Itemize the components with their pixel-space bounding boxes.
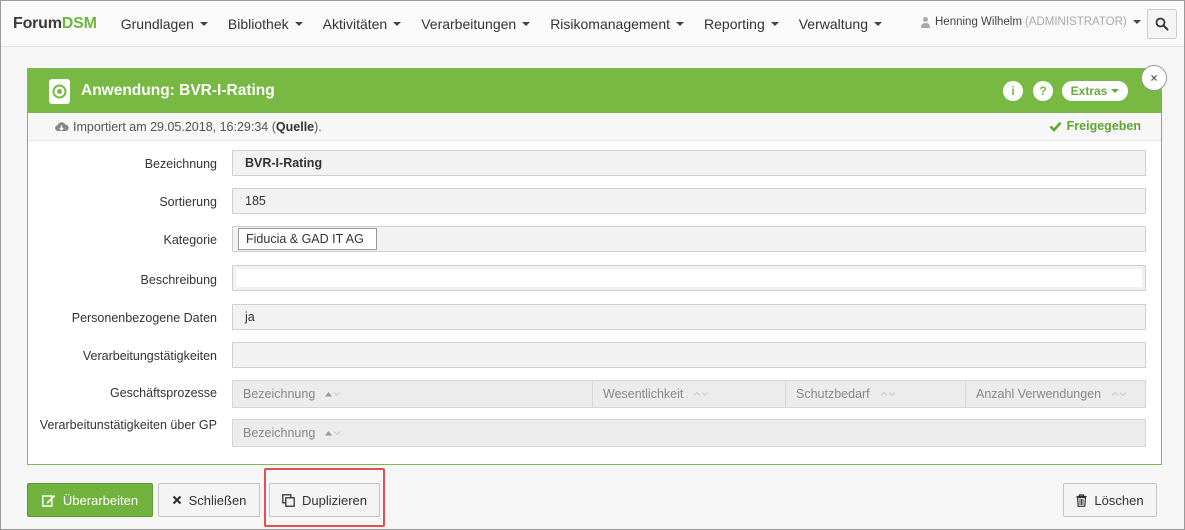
- application-icon: [49, 78, 70, 104]
- trash-icon: [1076, 493, 1087, 507]
- sortierung-field[interactable]: 185: [232, 188, 1146, 214]
- label-verarbeitungstaetigkeiten: Verarbeitungstätigkeiten: [82, 349, 217, 363]
- menu-label: Verwaltung: [798, 15, 869, 32]
- sort-icon: [693, 391, 709, 397]
- close-button-label: Schließen: [188, 492, 247, 508]
- kategorie-field[interactable]: Fiducia & GAD IT AG: [232, 226, 1146, 252]
- application-panel: Anwendung: BVR-I-Rating i ? Extras × Imp…: [27, 65, 1167, 465]
- column-bezeichnung[interactable]: Bezeichnung: [233, 420, 1145, 446]
- column-wesentlichkeit[interactable]: Wesentlichkeit: [593, 381, 786, 407]
- user-menu[interactable]: Henning Wilhelm (ADMINISTRATOR): [921, 16, 1141, 28]
- user-name: Henning Wilhelm: [935, 16, 1022, 28]
- column-label: Schutzbedarf: [796, 387, 870, 401]
- column-schutzbedarf[interactable]: Schutzbedarf: [786, 381, 966, 407]
- sort-icon: [880, 391, 896, 397]
- label-kategorie: Kategorie: [163, 233, 217, 247]
- import-info-bar: Importiert am 29.05.2018, 16:29:34 (Quel…: [28, 113, 1161, 141]
- edit-button[interactable]: Überarbeiten: [27, 483, 153, 517]
- caret-down-icon: [1111, 89, 1120, 93]
- close-icon: [172, 495, 181, 505]
- menu-verwaltung[interactable]: Verwaltung: [789, 16, 892, 32]
- label-verarbeitungen-gp: Verarbeitunstätigkeiten über GP: [39, 418, 217, 432]
- column-anzahl-verwendungen[interactable]: Anzahl Verwendungen: [966, 381, 1145, 407]
- delete-button[interactable]: Löschen: [1063, 483, 1157, 517]
- caret-down-icon: [676, 21, 685, 26]
- edit-button-label: Überarbeiten: [62, 492, 139, 508]
- info-icon[interactable]: i: [1003, 81, 1023, 101]
- check-icon: [1049, 121, 1062, 132]
- personenbezogen-value: ja: [245, 310, 255, 324]
- menu-bibliothek[interactable]: Bibliothek: [218, 16, 313, 32]
- menu-label: Risikomanagement: [550, 15, 671, 32]
- status-text: Freigegeben: [1066, 119, 1141, 133]
- close-button[interactable]: Schließen: [158, 483, 260, 517]
- label-personenbezogen: Personenbezogene Daten: [71, 311, 217, 325]
- column-label: Anzahl Verwendungen: [976, 387, 1102, 401]
- highlight-box: [264, 468, 385, 527]
- edit-icon: [41, 494, 56, 507]
- extras-dropdown-button[interactable]: Extras: [1062, 81, 1128, 101]
- help-icon[interactable]: ?: [1033, 81, 1053, 101]
- brand-accent: DSM: [61, 14, 97, 32]
- search-button[interactable]: [1147, 9, 1177, 39]
- beschreibung-field[interactable]: [232, 265, 1146, 291]
- menu-label: Reporting: [704, 15, 765, 32]
- status-badge: Freigegeben: [1049, 119, 1141, 133]
- menu-label: Bibliothek: [227, 15, 289, 32]
- menu-label: Verarbeitungen: [421, 15, 517, 32]
- menu-aktivitaeten[interactable]: Aktivitäten: [313, 16, 412, 32]
- sort-asc-icon: [325, 430, 341, 436]
- menu-risikomanagement[interactable]: Risikomanagement: [540, 16, 694, 32]
- sortierung-value: 185: [245, 194, 266, 208]
- extras-label: Extras: [1070, 84, 1108, 98]
- info-icon-glyph: i: [1011, 84, 1015, 98]
- verarbeitungen-gp-table-header: Bezeichnung: [232, 419, 1146, 447]
- main-menu: Grundlagen Bibliothek Aktivitäten Verarb…: [111, 16, 892, 32]
- label-bezeichnung: Bezeichnung: [144, 157, 217, 171]
- column-label: Wesentlichkeit: [603, 387, 684, 401]
- caret-down-icon: [199, 21, 208, 26]
- search-icon: [1155, 17, 1169, 31]
- help-icon-glyph: ?: [1039, 84, 1047, 98]
- label-beschreibung: Beschreibung: [140, 273, 217, 287]
- close-icon: ×: [1150, 71, 1158, 85]
- column-label: Bezeichnung: [243, 387, 316, 401]
- sort-asc-icon: [325, 391, 341, 397]
- kategorie-tag[interactable]: Fiducia & GAD IT AG: [238, 228, 377, 250]
- label-geschaeftsprozesse: Geschäftsprozesse: [110, 386, 217, 400]
- bezeichnung-value: BVR-I-Rating: [245, 156, 323, 170]
- user-role: (ADMINISTRATOR): [1024, 16, 1127, 28]
- verarbeitungstaetigkeiten-field[interactable]: [232, 342, 1146, 368]
- menu-label: Grundlagen: [120, 15, 194, 32]
- close-panel-button[interactable]: ×: [1141, 65, 1167, 91]
- user-icon: [921, 16, 930, 28]
- caret-down-icon: [770, 21, 779, 26]
- caret-down-icon: [874, 21, 883, 26]
- menu-reporting[interactable]: Reporting: [694, 16, 789, 32]
- panel-title: Anwendung: BVR-I-Rating: [81, 82, 275, 99]
- brand-prefix: Forum: [13, 14, 62, 32]
- label-sortierung: Sortierung: [159, 195, 217, 209]
- menu-label: Aktivitäten: [322, 15, 388, 32]
- brand-logo[interactable]: ForumDSM: [13, 15, 97, 33]
- bezeichnung-field[interactable]: BVR-I-Rating: [232, 150, 1146, 176]
- caret-down-icon: [1132, 20, 1141, 24]
- caret-down-icon: [522, 21, 531, 26]
- column-label: Bezeichnung: [243, 426, 316, 440]
- caret-down-icon: [294, 21, 303, 26]
- top-navbar: ForumDSM Grundlagen Bibliothek Aktivität…: [1, 1, 1184, 47]
- menu-grundlagen[interactable]: Grundlagen: [111, 16, 218, 32]
- caret-down-icon: [393, 21, 402, 26]
- sort-icon: [1111, 391, 1127, 397]
- import-info-suffix: ).: [314, 119, 322, 134]
- import-info-text: Importiert am 29.05.2018, 16:29:34 (: [73, 119, 276, 134]
- geschaeftsprozesse-table-header: Bezeichnung Wesentlichkeit Schutzbedarf …: [232, 380, 1146, 408]
- source-link[interactable]: Quelle: [276, 120, 314, 134]
- column-bezeichnung[interactable]: Bezeichnung: [233, 381, 593, 407]
- cloud-download-icon: [54, 121, 69, 133]
- panel-header: Anwendung: BVR-I-Rating i ? Extras ×: [28, 65, 1167, 113]
- delete-button-label: Löschen: [1094, 492, 1144, 508]
- personenbezogen-field[interactable]: ja: [232, 304, 1146, 330]
- menu-verarbeitungen[interactable]: Verarbeitungen: [411, 16, 540, 32]
